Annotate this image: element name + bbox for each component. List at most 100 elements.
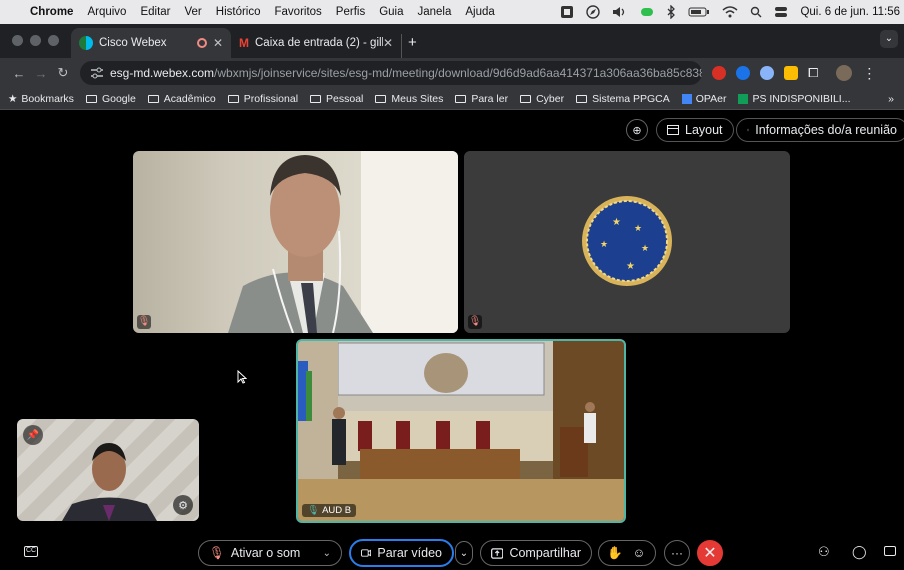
bookmark-label: Cyber [536,92,565,105]
participant-video-tile-2[interactable]: ★ ★ ★ ★ ★ 🎙 [464,151,790,333]
window-controls [0,35,71,58]
bookmark-folder-academico[interactable]: Acadêmico [147,93,216,105]
browser-menu-icon[interactable]: ⋮ [862,65,876,82]
pin-icon[interactable]: 📌 [23,425,43,445]
status-dot-icon[interactable] [640,6,654,18]
menu-ajuda[interactable]: Ajuda [465,6,494,18]
unmute-label: Ativar o som [230,546,301,560]
menu-historico[interactable]: Histórico [216,6,261,18]
self-view-tile[interactable]: 📌 ⚙ [17,419,199,521]
mic-active-icon: 🎙 [307,505,320,516]
menu-app-name[interactable]: Chrome [30,6,73,18]
control-center-icon[interactable] [774,6,788,18]
bookmarks-overflow-button[interactable]: » [888,93,894,105]
reload-icon[interactable]: ↻ [52,65,74,81]
tab-gmail[interactable]: M Caixa de entrada (2) - gills@ ✕ [231,28,401,58]
unmute-button[interactable]: 🎙 Ativar o som ⌄ [198,540,342,566]
stop-video-button[interactable]: Parar vídeo [349,539,454,567]
menu-favoritos[interactable]: Favoritos [275,6,322,18]
extensions-puzzle-icon[interactable]: ⧠ [808,65,818,81]
extension-yellow-icon[interactable] [784,66,798,80]
sheet-icon [738,93,749,104]
compass-icon[interactable] [586,5,601,19]
settings-gear-icon[interactable]: ⚙ [173,495,193,515]
url-path: /wbxmjs/joinservice/sites/esg-md/meeting… [214,66,702,80]
meeting-info-button[interactable]: Informações do/a reunião [736,118,904,142]
url-host: esg-md.webex.com [110,66,215,80]
mic-muted-icon: 🎙 [209,545,225,560]
extension-red-icon[interactable] [712,66,726,80]
share-button[interactable]: Compartilhar [480,540,592,566]
zoom-window-icon[interactable] [48,35,59,46]
close-tab-icon[interactable]: ✕ [213,36,223,50]
spotlight-search-icon[interactable] [750,6,762,18]
share-label: Compartilhar [509,546,581,560]
participants-icon[interactable]: ⚇ [818,544,830,560]
tab-search-icon[interactable]: ⌄ [880,30,898,48]
mouse-cursor-icon [237,370,247,384]
participant-video-tile-1[interactable]: 🎙 [133,151,458,333]
zoom-view-button[interactable]: ⊕ [626,119,648,141]
shield-info-icon [747,128,750,132]
profile-avatar[interactable] [836,65,853,81]
menu-editar[interactable]: Editar [140,6,170,18]
bluetooth-icon[interactable] [666,5,676,19]
room-name: AUD B [322,505,352,516]
forward-arrow-icon[interactable]: → [30,66,52,81]
app-status-icon[interactable] [560,5,574,19]
meeting-controls-bar: CC 🎙 Ativar o som ⌄ Parar vídeo ⌄ Compar… [0,536,904,570]
tab-cisco-webex[interactable]: Cisco Webex ✕ [71,28,231,58]
muted-mic-icon: 🎙 [137,315,151,329]
wifi-icon[interactable] [722,6,738,18]
bookmark-folder-pessoal[interactable]: Pessoal [310,93,363,105]
bookmark-folder-meus-sites[interactable]: Meus Sites [375,93,443,105]
chevron-down-icon[interactable]: ⌄ [323,548,331,559]
bookmark-label: Bookmarks [21,92,74,105]
emoji-reaction-icon[interactable]: ☺ [633,546,646,560]
bookmark-folder-cyber[interactable]: Cyber [520,93,564,105]
raise-hand-icon[interactable]: ✋ [607,546,623,561]
bookmark-folder-google[interactable]: Google [85,93,136,105]
menu-janela[interactable]: Janela [418,6,452,18]
svg-text:★: ★ [612,217,621,228]
panel-folder-icon[interactable] [884,546,896,556]
muted-mic-icon: 🎙 [468,315,482,329]
bookmark-folder-profissional[interactable]: Profissional [227,92,299,105]
layout-button[interactable]: Layout [656,118,734,142]
participant-video-tile-room[interactable]: 🎙 AUD B [296,339,626,523]
address-bar[interactable]: esg-md.webex.com/wbxmjs/joinservice/site… [80,61,702,85]
menu-guia[interactable]: Guia [379,6,403,18]
extension-blue-icon[interactable] [736,66,750,80]
bookmark-label: Meus Sites [391,92,444,105]
menu-ver[interactable]: Ver [185,6,202,18]
new-tab-button[interactable]: + [401,34,427,58]
volume-icon[interactable] [612,6,628,18]
extension-cloud-icon[interactable] [760,66,774,80]
tab-title: Cisco Webex [99,37,167,49]
room-label: 🎙 AUD B [302,504,357,517]
close-window-icon[interactable] [12,35,23,46]
minimize-window-icon[interactable] [30,35,41,46]
chat-icon[interactable]: ◯ [852,544,867,560]
bookmark-label: OPAer [695,92,727,105]
battery-icon[interactable] [688,6,710,18]
back-arrow-icon[interactable]: ← [8,66,30,81]
more-options-button[interactable]: ··· [664,540,690,566]
bookmark-label: Pessoal [326,92,364,105]
leave-meeting-button[interactable]: ✕ [697,540,723,566]
clock[interactable]: Qui. 6 de jun. 11:56 [800,6,900,18]
menu-arquivo[interactable]: Arquivo [87,6,126,18]
captions-icon[interactable]: CC [24,546,38,557]
bookmark-label: Profissional [243,92,299,105]
site-settings-icon[interactable] [90,67,104,79]
recording-indicator-icon [196,38,207,48]
bookmark-folder-para-ler[interactable]: Para ler [455,93,508,105]
bookmark-opaer[interactable]: OPAer [681,92,727,105]
video-options-chevron-icon[interactable]: ⌄ [455,541,473,565]
bookmark-ps-indisponibili[interactable]: PS INDISPONIBILI... [738,93,850,105]
bookmark-all[interactable]: ★ Bookmarks [8,93,74,105]
close-tab-icon[interactable]: ✕ [383,36,393,50]
menu-perfis[interactable]: Perfis [336,6,365,18]
bookmark-label: Para ler [471,92,509,105]
bookmark-folder-sistema-ppgca[interactable]: Sistema PPGCA [576,93,670,105]
